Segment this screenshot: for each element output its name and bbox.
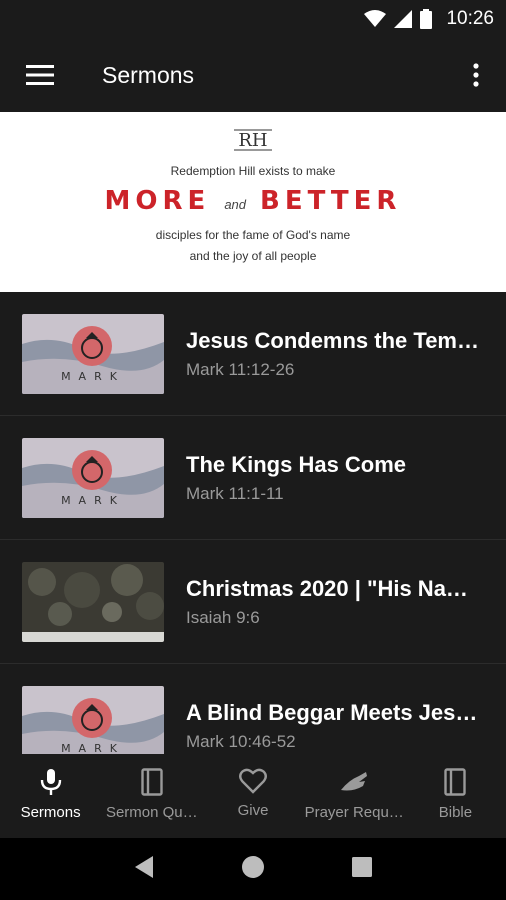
status-bar: 10:26 xyxy=(0,0,506,38)
sermon-title: Christmas 2020 | "His Na… xyxy=(186,576,468,601)
more-vert-icon xyxy=(473,63,479,87)
menu-button[interactable] xyxy=(0,38,80,112)
sermon-list-item[interactable]: MARK Jesus Condemns the Tem… Mark 11:12-… xyxy=(0,292,506,416)
page-title: Sermons xyxy=(102,61,195,88)
signal-icon xyxy=(394,10,413,28)
thumbnail-label: MARK xyxy=(61,370,125,383)
sermon-title: A Blind Beggar Meets Jes… xyxy=(186,700,478,725)
app-bar: Sermons xyxy=(0,38,506,112)
sermon-thumbnail xyxy=(22,562,164,642)
book-icon xyxy=(444,768,467,796)
recents-square-icon xyxy=(352,856,372,877)
snowy-trees-artwork xyxy=(22,562,164,642)
svg-text:RH: RH xyxy=(238,130,267,151)
banner-line-3: disciples for the fame of God's name xyxy=(155,228,351,242)
sermon-scripture: Mark 11:1-11 xyxy=(186,484,284,503)
nav-give[interactable]: Give xyxy=(202,754,303,838)
sermon-scripture: Mark 11:12-26 xyxy=(186,360,295,379)
sermon-list-item[interactable]: Christmas 2020 | "His Na… Isaiah 9:6 xyxy=(0,540,506,664)
microphone-icon xyxy=(40,769,61,795)
nav-prayer-requests[interactable]: Prayer Requ… xyxy=(304,754,405,838)
banner-word-better: BETTER xyxy=(260,186,402,216)
mission-banner: RH Redemption Hill exists to make MORE a… xyxy=(0,112,506,292)
sermon-thumbnail: MARK xyxy=(22,686,164,754)
banner-line-4: and the joy of all people xyxy=(189,249,317,263)
nav-label: Give xyxy=(237,802,269,819)
nav-label: Prayer Requ… xyxy=(304,804,404,821)
thumbnail-label: MARK xyxy=(61,494,125,507)
wifi-icon xyxy=(364,10,387,27)
sermon-thumbnail: MARK xyxy=(22,438,164,518)
system-navigation-bar xyxy=(0,838,506,900)
sermon-thumbnail: MARK xyxy=(22,314,164,394)
sermon-title: The Kings Has Come xyxy=(186,452,407,477)
hamburger-icon xyxy=(26,65,54,85)
nav-label: Sermon Qu… xyxy=(105,804,198,821)
banner-word-and: and xyxy=(224,197,247,212)
home-circle-icon xyxy=(242,855,264,878)
book-icon xyxy=(141,768,163,796)
bottom-navigation: Sermons Sermon Qu… Give Prayer Requ… Bib… xyxy=(0,754,506,838)
church-logo-icon: RH xyxy=(234,129,272,151)
overflow-menu-button[interactable] xyxy=(446,38,506,112)
banner-headline: MORE and BETTER xyxy=(0,186,506,216)
nav-sermons[interactable]: Sermons xyxy=(0,754,101,838)
sermon-list[interactable]: MARK Jesus Condemns the Tem… Mark 11:12-… xyxy=(0,292,506,754)
banner-line-1: Redemption Hill exists to make xyxy=(170,164,336,178)
recents-button[interactable] xyxy=(351,856,373,883)
nav-label: Bible xyxy=(438,804,473,821)
battery-icon xyxy=(420,9,433,29)
banner-word-more: MORE xyxy=(104,186,211,216)
heart-icon xyxy=(239,768,267,794)
back-triangle-icon xyxy=(135,855,153,878)
sermon-list-item[interactable]: MARK The Kings Has Come Mark 11:1-11 xyxy=(0,416,506,540)
back-button[interactable] xyxy=(133,855,155,884)
clock: 10:26 xyxy=(446,8,494,29)
sermon-scripture: Isaiah 9:6 xyxy=(186,608,260,627)
sermon-list-item[interactable]: MARK A Blind Beggar Meets Jes… Mark 10:4… xyxy=(0,664,506,754)
sermon-scripture: Mark 10:46-52 xyxy=(186,732,296,751)
thumbnail-label: MARK xyxy=(61,742,125,754)
nav-bible[interactable]: Bible xyxy=(405,754,506,838)
home-button[interactable] xyxy=(241,855,265,884)
sermon-title: Jesus Condemns the Tem… xyxy=(186,328,479,353)
nav-label: Sermons xyxy=(20,804,81,821)
nav-sermon-questions[interactable]: Sermon Qu… xyxy=(101,754,202,838)
praying-hands-icon xyxy=(341,772,368,791)
